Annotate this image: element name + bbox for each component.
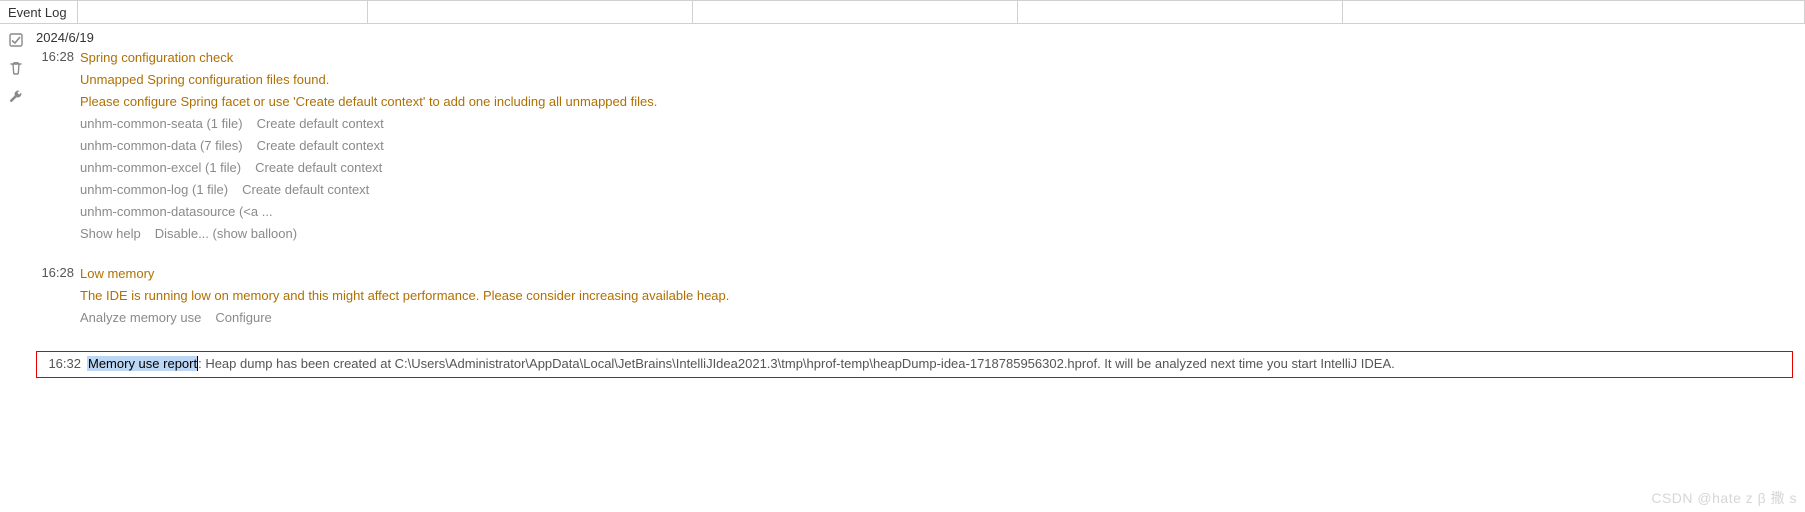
- log-entry-highlighted: 16:32 Memory use report: Heap dump has b…: [36, 351, 1793, 378]
- module-row: unhm-common-log (1 file) Create default …: [80, 179, 1799, 201]
- trash-icon[interactable]: [8, 60, 24, 76]
- log-line: Please configure Spring facet or use 'Cr…: [80, 91, 1799, 113]
- log-line: The IDE is running low on memory and thi…: [80, 285, 1799, 307]
- show-help-link[interactable]: Show help: [80, 225, 141, 243]
- tool-window-gutter: [0, 24, 32, 512]
- module-name: unhm-common-log (1 file): [80, 181, 228, 199]
- tabbar-spacer: [693, 1, 1018, 23]
- create-context-link[interactable]: Create default context: [257, 115, 384, 133]
- spacer: [36, 329, 1799, 347]
- wrench-icon[interactable]: [8, 88, 24, 104]
- entry-actions: Analyze memory use Configure: [80, 307, 1799, 329]
- log-line-rest: : Heap dump has been created at C:\Users…: [198, 356, 1395, 371]
- create-context-link[interactable]: Create default context: [255, 159, 382, 177]
- log-title: Low memory: [80, 263, 1799, 285]
- log-entry: 16:28 Low memory The IDE is running low …: [36, 263, 1799, 329]
- selected-text[interactable]: Memory use report: [87, 356, 198, 371]
- watermark: CSDN @hate z β 撒 s: [1651, 488, 1797, 508]
- spacer: [36, 245, 1799, 263]
- log-time: 16:28: [36, 47, 74, 64]
- module-name: unhm-common-data (7 files): [80, 137, 243, 155]
- module-name: unhm-common-excel (1 file): [80, 159, 241, 177]
- log-title: Spring configuration check: [80, 47, 1799, 69]
- create-context-link[interactable]: Create default context: [242, 181, 369, 199]
- event-log-content[interactable]: 2024/6/19 16:28 Spring configuration che…: [32, 24, 1805, 512]
- module-name: unhm-common-seata (1 file): [80, 115, 243, 133]
- configure-link[interactable]: Configure: [215, 309, 271, 327]
- entry-actions: Show help Disable... (show balloon): [80, 223, 1799, 245]
- tabbar-spacer: [1343, 1, 1805, 23]
- module-row: unhm-common-excel (1 file) Create defaul…: [80, 157, 1799, 179]
- disable-link[interactable]: Disable... (show balloon): [155, 225, 297, 243]
- analyze-memory-link[interactable]: Analyze memory use: [80, 309, 201, 327]
- log-time: 16:32: [43, 356, 81, 371]
- tabbar-spacer: [1018, 1, 1343, 23]
- tab-event-log[interactable]: Event Log: [0, 1, 78, 23]
- log-time: 16:28: [36, 263, 74, 280]
- tabbar-spacer: [78, 1, 368, 23]
- tabbar-spacer: [368, 1, 693, 23]
- tab-label: Event Log: [8, 5, 67, 20]
- log-entry: 16:28 Spring configuration check Unmappe…: [36, 47, 1799, 245]
- tool-window-tabbar: Event Log: [0, 0, 1805, 24]
- module-row: unhm-common-data (7 files) Create defaul…: [80, 135, 1799, 157]
- log-line: Unmapped Spring configuration files foun…: [80, 69, 1799, 91]
- create-context-link[interactable]: Create default context: [257, 137, 384, 155]
- log-date: 2024/6/19: [36, 28, 1799, 47]
- mark-read-icon[interactable]: [8, 32, 24, 48]
- module-row: unhm-common-seata (1 file) Create defaul…: [80, 113, 1799, 135]
- module-tail: unhm-common-datasource (<a ...: [80, 201, 1799, 223]
